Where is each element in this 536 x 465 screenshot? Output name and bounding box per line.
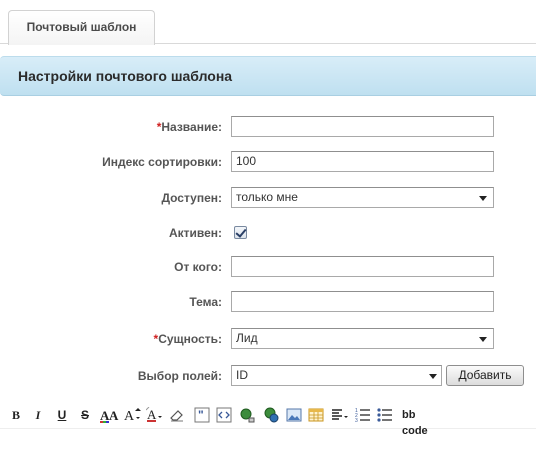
active-checkbox[interactable] <box>234 226 247 239</box>
tab-bar: Почтовый шаблон <box>0 0 536 45</box>
italic-button[interactable]: I <box>31 407 45 423</box>
fields-select[interactable]: ID <box>231 365 442 386</box>
bold-button[interactable]: B <box>9 407 23 423</box>
section-title: Настройки почтового шаблона <box>18 68 233 84</box>
svg-text:3: 3 <box>355 418 358 423</box>
sort-input[interactable]: 100 <box>231 151 494 172</box>
from-label: От кого: <box>174 260 222 274</box>
image-icon[interactable] <box>286 407 302 423</box>
font-size-icon[interactable]: A <box>124 407 142 423</box>
entity-value: Лид <box>236 331 258 345</box>
entity-label: *Сущность: <box>154 332 222 346</box>
svg-text:": " <box>198 408 204 422</box>
row-fields: Выбор полей: ID Добавить <box>0 365 536 387</box>
svg-text:A: A <box>109 408 119 423</box>
strikethrough-button[interactable]: S <box>78 407 92 423</box>
fields-label: Выбор полей: <box>137 369 222 383</box>
row-sort: Индекс сортировки: 100 <box>0 151 536 173</box>
from-input[interactable] <box>231 256 494 277</box>
chevron-down-icon <box>479 196 487 201</box>
entity-select[interactable]: Лид <box>231 328 494 349</box>
chevron-down-icon <box>479 337 487 342</box>
bbcode-toggle-button[interactable]: bb code <box>402 407 442 437</box>
sort-label: Индекс сортировки: <box>102 155 222 169</box>
chevron-down-icon <box>429 374 437 379</box>
row-name: *Название: <box>0 116 536 138</box>
numbered-list-icon[interactable]: 123 <box>355 407 371 423</box>
row-active: Активен: <box>0 222 536 244</box>
row-entity: *Сущность: Лид <box>0 328 536 350</box>
available-label: Доступен: <box>161 191 222 205</box>
quote-icon[interactable]: " <box>194 407 210 423</box>
name-label: *Название: <box>157 120 222 134</box>
available-select[interactable]: только мне <box>231 187 494 208</box>
name-label-text: Название: <box>161 120 222 134</box>
fields-value: ID <box>236 368 248 382</box>
svg-text:A: A <box>147 407 157 422</box>
tab-mail-template[interactable]: Почтовый шаблон <box>8 10 155 45</box>
svg-text:A: A <box>124 409 135 423</box>
bullet-list-icon[interactable] <box>377 407 393 423</box>
subject-input[interactable] <box>231 291 494 312</box>
row-from: От кого: <box>0 256 536 278</box>
available-value: только мне <box>236 190 298 204</box>
link-icon[interactable] <box>240 407 256 423</box>
font-color-icon[interactable]: A <box>146 407 164 423</box>
eraser-icon[interactable] <box>169 407 185 423</box>
row-subject: Тема: <box>0 291 536 313</box>
code-icon[interactable] <box>216 407 232 423</box>
underline-button[interactable]: U <box>55 407 69 423</box>
name-input[interactable] <box>231 116 494 137</box>
active-label: Активен: <box>168 226 222 240</box>
subject-label: Тема: <box>189 295 222 309</box>
table-icon[interactable] <box>308 407 324 423</box>
add-field-button[interactable]: Добавить <box>446 365 524 386</box>
entity-label-text: Сущность: <box>158 332 222 346</box>
editor-toolbar: B I U S AA A A " 123 bb code <box>0 401 536 437</box>
unlink-icon[interactable] <box>263 407 279 423</box>
font-name-icon[interactable]: AA <box>100 407 120 423</box>
section-header: Настройки почтового шаблона <box>0 56 536 96</box>
align-icon[interactable] <box>331 407 349 423</box>
row-available: Доступен: только мне <box>0 187 536 209</box>
